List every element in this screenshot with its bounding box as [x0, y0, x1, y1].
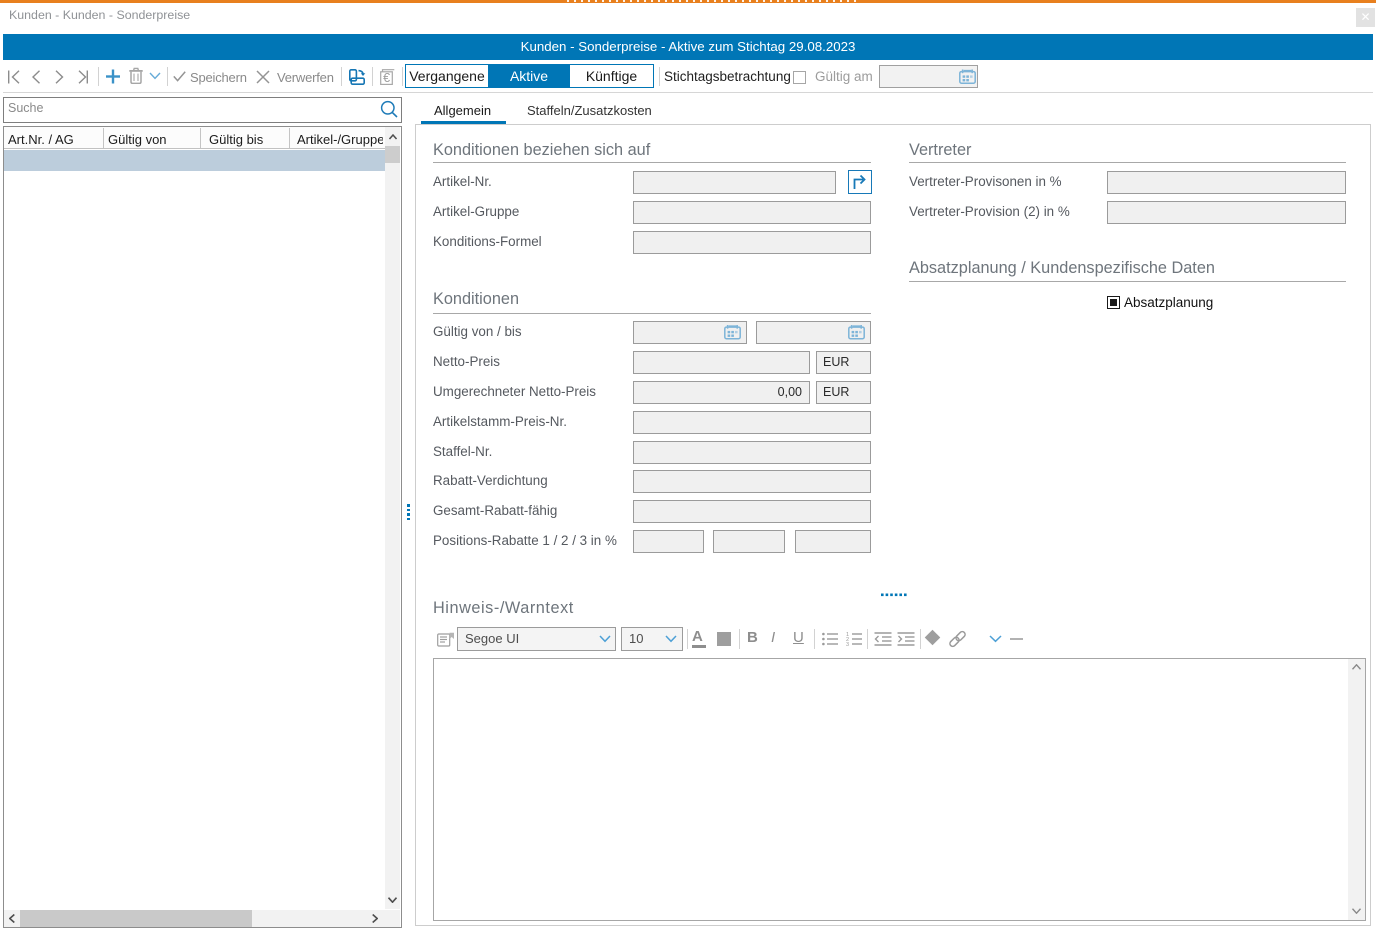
svg-text:3: 3: [846, 642, 849, 646]
svg-text:€: €: [383, 71, 390, 85]
